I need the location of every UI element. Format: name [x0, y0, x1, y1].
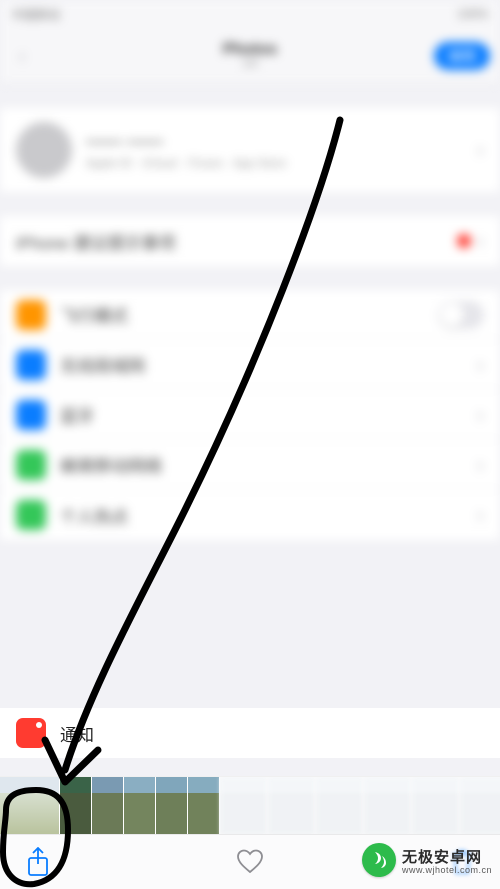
row-label: 飞行模式 [60, 302, 128, 327]
edit-button[interactable]: 编辑 [434, 42, 490, 70]
row-bluetooth[interactable]: 蓝牙 › [0, 390, 500, 440]
cellular-icon [16, 450, 46, 480]
settings-group-2: 通知 [0, 708, 500, 758]
thumbnail[interactable] [412, 777, 460, 835]
delete-button[interactable] [442, 842, 482, 882]
row-label: 蓝牙 [60, 402, 94, 427]
heart-icon [236, 849, 264, 875]
thumbnail[interactable] [60, 777, 92, 835]
thumbnail[interactable] [364, 777, 412, 835]
row-label: 无线局域网 [60, 352, 145, 377]
profile-row[interactable]: —— —— Apple ID · iCloud · iTunes · App S… [0, 108, 500, 192]
row-cellular[interactable]: 蜂窝移动网络 › [0, 440, 500, 490]
alert-row[interactable]: iPhone 建议提示事项 › [0, 216, 500, 266]
notification-icon [16, 718, 46, 748]
like-button[interactable] [230, 842, 270, 882]
switch-off[interactable] [438, 301, 484, 329]
row-airplane[interactable]: 飞行模式 [0, 290, 500, 340]
background-settings-blurred: 中国移动 100% ‹ Photos 1/5 编辑 —— —— Apple ID… [0, 0, 500, 540]
hotspot-icon [16, 500, 46, 530]
row-notifications[interactable]: 通知 [0, 708, 500, 758]
chevron-right-icon: › [477, 352, 484, 378]
wifi-icon [16, 350, 46, 380]
thumbnail[interactable] [460, 777, 500, 835]
row-hotspot[interactable]: 个人热点 › [0, 490, 500, 540]
status-left: 中国移动 [12, 6, 60, 23]
chevron-left-icon: ‹ [18, 43, 25, 69]
nav-header: ‹ Photos 1/5 编辑 [0, 28, 500, 84]
row-label: 个人热点 [60, 503, 128, 528]
row-wifi[interactable]: 无线局域网 › [0, 340, 500, 390]
thumbnail[interactable] [188, 777, 220, 835]
status-right: 100% [457, 7, 488, 21]
airplane-icon [16, 300, 46, 330]
chevron-right-icon: › [477, 228, 484, 254]
avatar [16, 122, 72, 178]
settings-group-1: 飞行模式 无线局域网 › 蓝牙 › 蜂窝移动网络 › 个人热点 › [0, 290, 500, 540]
thumbnail[interactable] [220, 777, 268, 835]
page-title: Photos 1/5 [223, 41, 277, 71]
share-icon [26, 847, 50, 877]
back-button[interactable]: ‹ [8, 42, 36, 70]
chevron-right-icon: › [477, 137, 484, 163]
row-label: 蜂窝移动网络 [60, 452, 162, 477]
thumbnail[interactable] [92, 777, 124, 835]
profile-name: —— —— [86, 131, 286, 152]
chevron-right-icon: › [477, 502, 484, 528]
bluetooth-icon [16, 400, 46, 430]
profile-sub: Apple ID · iCloud · iTunes · App Store [86, 156, 286, 170]
alert-group: iPhone 建议提示事项 › [0, 216, 500, 266]
alert-label: iPhone 建议提示事项 [16, 229, 176, 254]
status-bar: 中国移动 100% [0, 0, 500, 28]
thumbnail[interactable] [124, 777, 156, 835]
thumbnail[interactable] [156, 777, 188, 835]
profile-texts: —— —— Apple ID · iCloud · iTunes · App S… [86, 131, 286, 170]
row-label: 通知 [60, 721, 94, 746]
thumbnail[interactable] [316, 777, 364, 835]
badge-dot [457, 234, 471, 248]
thumbnail[interactable] [0, 777, 60, 835]
photo-toolbar [0, 834, 500, 889]
share-button[interactable] [18, 842, 58, 882]
chevron-right-icon: › [477, 452, 484, 478]
chevron-right-icon: › [477, 402, 484, 428]
trash-icon [451, 849, 473, 875]
thumbnail[interactable] [268, 777, 316, 835]
phone-screen: 中国移动 100% ‹ Photos 1/5 编辑 —— —— Apple ID… [0, 0, 500, 889]
photo-thumbnail-strip[interactable] [0, 776, 500, 834]
